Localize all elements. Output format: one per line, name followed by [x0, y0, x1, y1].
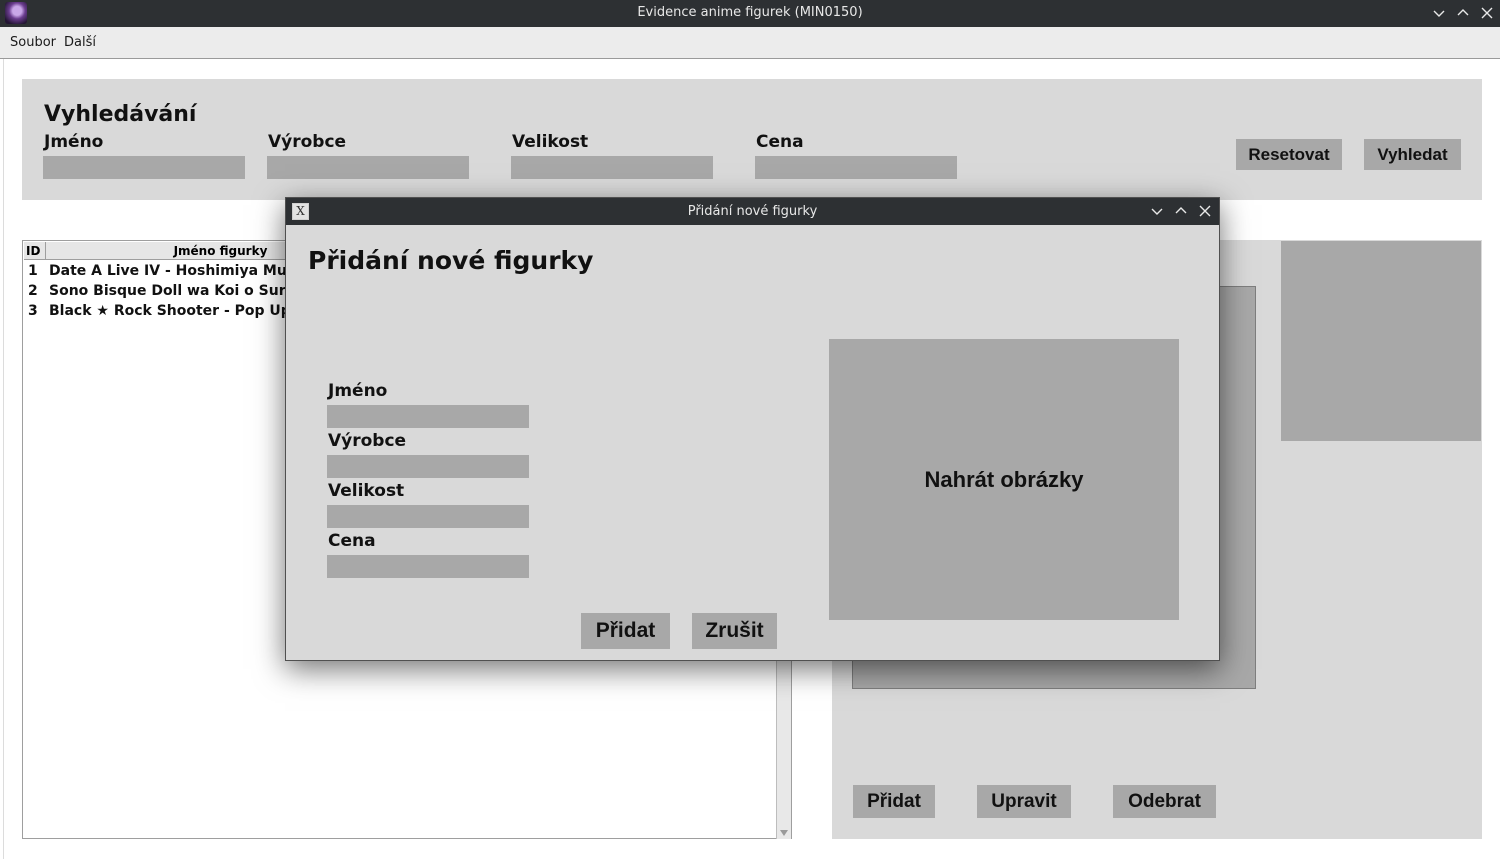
search-button[interactable]: Vyhledat — [1364, 139, 1461, 170]
dialog-minimize-icon[interactable] — [1149, 202, 1165, 220]
dialog-price-input[interactable] — [327, 555, 529, 578]
remove-button[interactable]: Odebrat — [1113, 785, 1216, 818]
cell-id: 2 — [28, 283, 38, 299]
cell-name: Date A Live IV - Hoshimiya Mukuro — [49, 263, 323, 279]
dialog-size-label: Velikost — [328, 481, 405, 501]
dialog-manufacturer-label: Výrobce — [328, 431, 407, 451]
dialog-titlebar[interactable]: X Přidání nové figurky — [286, 198, 1219, 225]
menu-dalsi[interactable]: Další — [64, 35, 96, 50]
maximize-icon[interactable] — [1455, 4, 1471, 22]
edit-button[interactable]: Upravit — [977, 785, 1071, 818]
dialog-close-icon[interactable] — [1197, 202, 1213, 220]
search-heading: Vyhledávání — [44, 102, 197, 127]
menubar: Soubor Další — [0, 27, 1500, 59]
dialog-name-label: Jméno — [328, 381, 388, 401]
close-icon[interactable] — [1479, 4, 1495, 22]
upload-images-button[interactable]: Nahrát obrázky — [829, 339, 1179, 620]
search-name-label: Jméno — [44, 132, 104, 152]
search-price-label: Cena — [756, 132, 804, 152]
minimize-icon[interactable] — [1431, 4, 1447, 22]
menu-soubor[interactable]: Soubor — [10, 35, 56, 50]
window-title: Evidence anime figurek (MIN0150) — [637, 5, 863, 20]
cell-id: 1 — [28, 263, 38, 279]
dialog-name-input[interactable] — [327, 405, 529, 428]
search-name-input[interactable] — [43, 156, 245, 179]
search-manufacturer-input[interactable] — [267, 156, 469, 179]
dialog-size-input[interactable] — [327, 505, 529, 528]
search-manufacturer-label: Výrobce — [268, 132, 347, 152]
cell-id: 3 — [28, 303, 38, 319]
dialog-cancel-button[interactable]: Zrušit — [692, 613, 777, 649]
dialog-maximize-icon[interactable] — [1173, 202, 1189, 220]
reset-button[interactable]: Resetovat — [1236, 139, 1342, 170]
thumbnail-image — [1281, 241, 1481, 441]
search-size-input[interactable] — [511, 156, 713, 179]
dialog-heading: Přidání nové figurky — [308, 246, 594, 275]
search-price-input[interactable] — [755, 156, 957, 179]
search-size-label: Velikost — [512, 132, 589, 152]
add-figure-dialog: X Přidání nové figurky Přidání nové figu… — [285, 197, 1220, 661]
dialog-window-title: Přidání nové figurky — [687, 204, 818, 219]
dialog-manufacturer-input[interactable] — [327, 455, 529, 478]
dialog-add-button[interactable]: Přidat — [581, 613, 670, 649]
dialog-price-label: Cena — [328, 531, 376, 551]
scroll-down-icon[interactable] — [779, 829, 789, 837]
column-header-id[interactable]: ID — [24, 242, 46, 260]
add-button[interactable]: Přidat — [853, 785, 935, 818]
window-titlebar[interactable]: Evidence anime figurek (MIN0150) — [0, 0, 1500, 27]
